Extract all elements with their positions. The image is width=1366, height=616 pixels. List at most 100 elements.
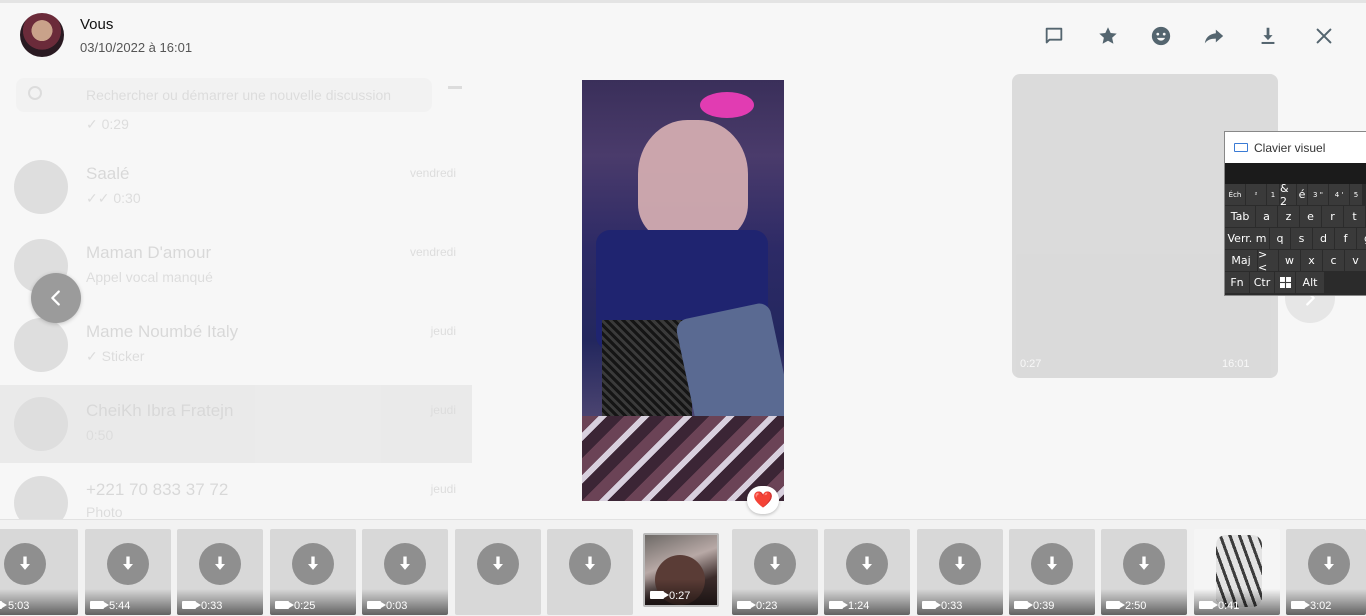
keyboard-key[interactable]: Éch [1225, 184, 1245, 205]
previous-media-button[interactable] [31, 273, 81, 323]
windows-key[interactable] [1275, 272, 1295, 293]
keyboard-key[interactable]: é [1297, 184, 1307, 205]
keyboard-key[interactable]: Fn [1225, 272, 1249, 293]
keyboard-title-bar[interactable]: Clavier visuel [1225, 132, 1366, 163]
video-camera-icon [0, 601, 7, 609]
download-icon [308, 556, 318, 570]
background-chat-name: Maman D'amour [86, 243, 212, 262]
keyboard-key[interactable]: g [1357, 228, 1366, 249]
thumbnail-video[interactable]: 0:33 [177, 529, 263, 615]
keyboard-key[interactable]: & 2 [1280, 182, 1296, 208]
thumbnail-video[interactable]: 5:03 [0, 529, 78, 615]
thumbnail-video-current[interactable]: 0:27 [643, 533, 719, 607]
download-icon [400, 556, 410, 570]
download-icon [862, 556, 872, 570]
keyboard-key[interactable]: e [1300, 206, 1321, 227]
download-icon [770, 556, 780, 570]
download-icon [585, 556, 595, 570]
search-icon [28, 86, 42, 100]
keyboard-key[interactable]: 3 " [1308, 184, 1328, 205]
keyboard-key[interactable]: 5 [1350, 184, 1362, 205]
video-duration: 1:24 [848, 600, 870, 612]
avatar [14, 160, 68, 214]
reaction-badge[interactable]: ❤️ [747, 486, 779, 514]
sender-avatar[interactable] [20, 13, 64, 57]
keyboard-key[interactable]: c [1323, 250, 1344, 271]
download-icon [1047, 556, 1057, 570]
thumbnail-video[interactable]: 0:23 [732, 529, 818, 615]
download-button[interactable] [1254, 22, 1282, 50]
keyboard-key[interactable]: Tab [1225, 206, 1255, 227]
keyboard-key[interactable]: 4 ' [1329, 184, 1349, 205]
keyboard-key[interactable]: d [1313, 228, 1334, 249]
go-to-message-button[interactable] [1040, 22, 1068, 50]
star-button[interactable] [1094, 22, 1122, 50]
background-search-placeholder: Rechercher ou démarrer une nouvelle disc… [86, 87, 392, 103]
keyboard-key[interactable]: x [1301, 250, 1322, 271]
download-thumbnail-button[interactable] [107, 543, 149, 585]
thumbnail-video[interactable]: 1:24 [824, 529, 910, 615]
download-thumbnail-button[interactable] [846, 543, 888, 585]
video-duration: 0:33 [941, 600, 963, 612]
background-chat-preview: ✓ Sticker [86, 348, 145, 364]
video-duration: 5:44 [109, 600, 131, 612]
close-button[interactable] [1310, 22, 1338, 50]
keyboard-key[interactable]: v [1345, 250, 1366, 271]
on-screen-keyboard[interactable]: Clavier visuel Éch ² 1 & 2 é 3 " 4 ' 5 T… [1224, 131, 1366, 296]
media-content-shape [638, 120, 748, 240]
thumbnail-video[interactable]: 2:50 [1101, 529, 1187, 615]
keyboard-key[interactable]: Ctr [1250, 272, 1274, 293]
keyboard-key[interactable]: Alt [1296, 272, 1324, 293]
thumbnail-video[interactable]: 3:02 [1286, 529, 1366, 615]
keyboard-key[interactable]: z [1278, 206, 1299, 227]
download-thumbnail-button[interactable] [939, 543, 981, 585]
download-thumbnail-button[interactable] [292, 543, 334, 585]
keyboard-key[interactable]: f [1335, 228, 1356, 249]
download-icon [493, 556, 503, 570]
keyboard-key[interactable]: r [1322, 206, 1343, 227]
forward-button[interactable] [1200, 22, 1228, 50]
background-chat-preview: 0:50 [86, 427, 114, 443]
video-camera-icon [1199, 601, 1218, 609]
download-thumbnail-button[interactable] [569, 543, 611, 585]
thumbnail-video[interactable]: 5:44 [85, 529, 171, 615]
thumbnail-video[interactable]: 0:33 [917, 529, 1003, 615]
keyboard-key[interactable]: q [1270, 228, 1290, 249]
avatar [14, 318, 68, 372]
react-button[interactable] [1147, 22, 1175, 50]
video-camera-icon [1014, 601, 1033, 609]
thumbnail-video[interactable]: 0:41 [1194, 529, 1280, 615]
download-icon [20, 556, 30, 570]
background-chat-time: jeudi [430, 324, 456, 338]
keyboard-key[interactable]: ² [1246, 184, 1266, 205]
video-camera-icon [275, 601, 294, 609]
video-camera-icon [737, 601, 756, 609]
download-thumbnail-button[interactable] [4, 543, 46, 585]
download-thumbnail-button[interactable] [477, 543, 519, 585]
close-icon [1316, 28, 1332, 44]
download-thumbnail-button[interactable] [1031, 543, 1073, 585]
thumbnail-video[interactable]: 0:03 [362, 529, 448, 615]
media-thumbnail-strip[interactable]: 5:03 5:44 0:33 0:25 0:03 0:27 0:23 1:24 … [0, 519, 1366, 616]
media-preview[interactable] [582, 80, 784, 501]
keyboard-key[interactable]: t [1344, 206, 1365, 227]
download-thumbnail-button[interactable] [1123, 543, 1165, 585]
keyboard-key[interactable]: > < [1258, 248, 1278, 274]
keyboard-key[interactable]: Maj [1225, 250, 1257, 271]
video-duration: 0:27 [669, 590, 691, 602]
thumbnail-video[interactable]: 0:25 [270, 529, 356, 615]
thumbnail-image[interactable] [547, 529, 633, 615]
keyboard-key[interactable]: Verr. m [1225, 228, 1269, 249]
video-duration: 0:03 [386, 600, 408, 612]
download-thumbnail-button[interactable] [199, 543, 241, 585]
download-thumbnail-button[interactable] [384, 543, 426, 585]
thumbnail-video[interactable]: 0:39 [1009, 529, 1095, 615]
thumbnail-image[interactable] [455, 529, 541, 615]
download-thumbnail-button[interactable] [754, 543, 796, 585]
download-thumbnail-button[interactable] [1308, 543, 1350, 585]
keyboard-key[interactable]: 1 [1267, 184, 1279, 205]
keyboard-key[interactable]: a [1256, 206, 1277, 227]
forward-icon [1204, 29, 1224, 44]
keyboard-key[interactable]: s [1291, 228, 1312, 249]
keyboard-key[interactable]: w [1279, 250, 1300, 271]
